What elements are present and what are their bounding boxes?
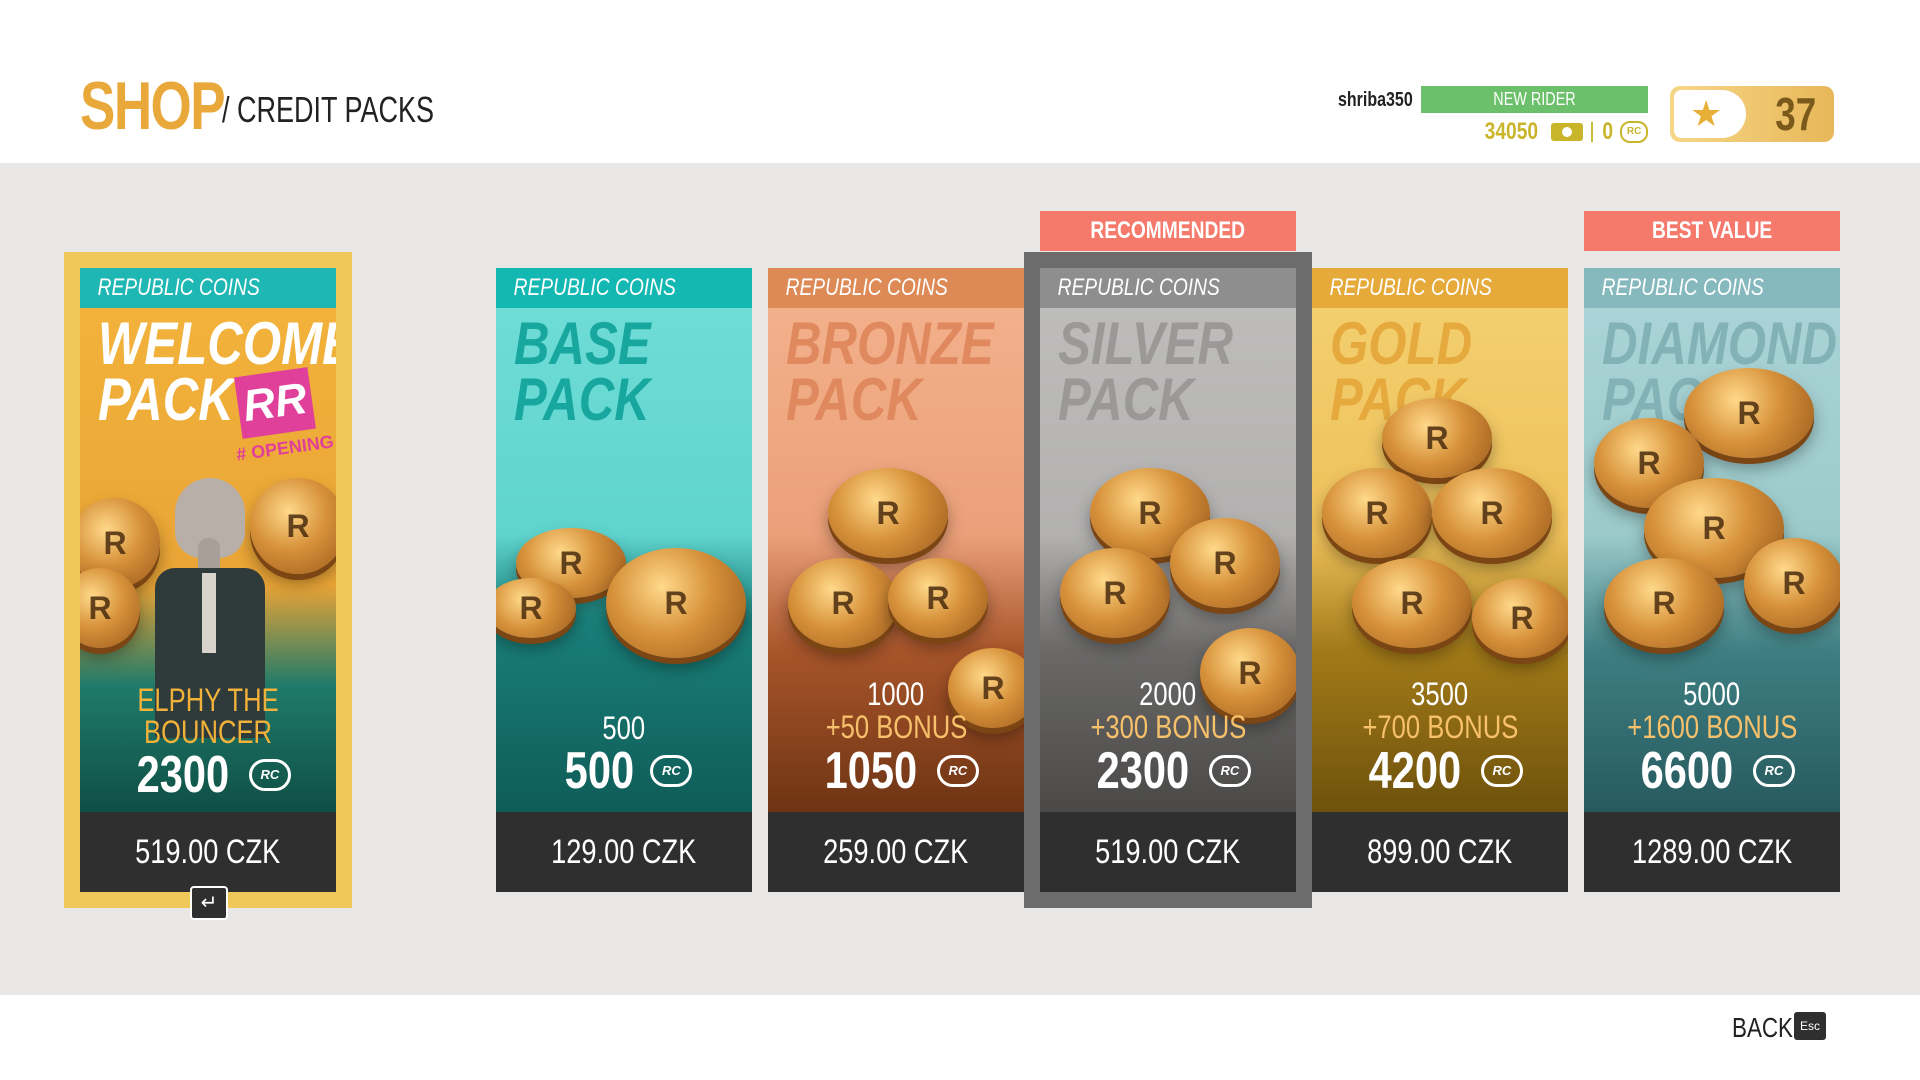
player-level: ★ 37: [1670, 86, 1834, 142]
rc-coin-icon: RC: [1752, 755, 1795, 787]
cash-icon: [1550, 123, 1583, 141]
pack-card-diamond[interactable]: REPUBLIC COINS DIAMOND PACK 5000 +1600 B…: [1584, 268, 1840, 892]
pack-bonus: +700 BONUS: [1362, 709, 1518, 745]
pack-subtitle: ELPHY THE BOUNCER: [137, 682, 279, 750]
rc-coin-icon: RC: [248, 759, 291, 791]
price-button[interactable]: 129.00 CZK: [496, 812, 752, 892]
pack-base-amount: 5000: [1683, 676, 1741, 712]
pack-card-welcome[interactable]: REPUBLIC COINS WELCOME PACK RR # OPENING…: [80, 268, 336, 892]
esc-key-icon[interactable]: Esc: [1794, 1012, 1826, 1040]
price-button[interactable]: 1289.00 CZK: [1584, 812, 1840, 892]
pack-bonus: +300 BONUS: [1090, 709, 1246, 745]
credits-balance: 34050: [1484, 118, 1539, 145]
rc-coin-icon: RC: [1620, 121, 1649, 143]
coin-image: [1322, 468, 1432, 558]
coin-image: [1382, 398, 1492, 478]
level-number: 37: [1775, 88, 1816, 140]
coin-image: [80, 568, 140, 648]
pack-artwork: WELCOME PACK RR # OPENING ELPHY THE BOUN…: [80, 308, 336, 812]
coin-image: [496, 578, 576, 638]
pack-type-label: REPUBLIC COINS: [768, 268, 1024, 308]
pack-card-silver[interactable]: REPUBLIC COINS SILVER PACK 2000 +300 BON…: [1040, 268, 1296, 892]
coin-image: [1352, 558, 1472, 648]
coin-image: [1432, 468, 1552, 558]
rc-balance: 0: [1602, 118, 1613, 145]
pack-type-label: REPUBLIC COINS: [496, 268, 752, 308]
pack-total-amount: 500 RC: [556, 744, 693, 798]
price-button[interactable]: 519.00 CZK: [1040, 812, 1296, 892]
rc-coin-icon: RC: [1480, 755, 1523, 787]
pack-type-label: REPUBLIC COINS: [1584, 268, 1840, 308]
pack-base-amount: 3500: [1411, 676, 1469, 712]
pack-type-label: REPUBLIC COINS: [1312, 268, 1568, 308]
pack-base-amount: 2000: [1139, 676, 1197, 712]
pack-artwork: BRONZE PACK 1000 +50 BONUS 1050RC: [768, 308, 1024, 812]
opening-tag: RR: [234, 367, 316, 439]
pack-name: BRONZE PACK: [786, 310, 994, 433]
price-button[interactable]: 899.00 CZK: [1312, 812, 1568, 892]
pack-total-amount: 1050 RC: [813, 744, 979, 798]
pack-card-base[interactable]: REPUBLIC COINS BASE PACK 500 500RC 129.0…: [496, 268, 752, 892]
coin-image: [828, 468, 948, 558]
pack-base-amount: 1000: [867, 676, 925, 712]
best-value-banner: BEST VALUE: [1584, 211, 1840, 251]
bottom-bar: [0, 995, 1920, 1080]
pack-artwork: SILVER PACK 2000 +300 BONUS 2300RC: [1040, 308, 1296, 812]
pack-total-amount: 6600 RC: [1629, 744, 1795, 798]
coin-image: [1170, 518, 1280, 608]
pack-name: BASE PACK: [514, 310, 651, 433]
price-button[interactable]: 519.00 CZK: [80, 812, 336, 892]
pack-artwork: DIAMOND PACK 5000 +1600 BONUS 6600RC: [1584, 308, 1840, 812]
enter-key-hint-icon: ↵: [190, 886, 228, 920]
coin-image: [1472, 578, 1568, 658]
breadcrumb: / CREDIT PACKS: [222, 89, 435, 130]
back-button[interactable]: BACK: [1732, 1012, 1793, 1044]
pack-base-amount: 500: [602, 710, 646, 746]
coin-image: [606, 548, 746, 658]
pack-total-amount: 4200 RC: [1357, 744, 1523, 798]
pack-total-amount: 2300 RC: [125, 748, 291, 802]
rc-coin-icon: RC: [936, 755, 979, 787]
pack-type-label: REPUBLIC COINS: [1040, 268, 1296, 308]
star-icon: ★: [1690, 93, 1723, 134]
currency-balances: 34050 0 RC: [1478, 118, 1649, 146]
star-badge: ★: [1674, 90, 1746, 138]
pack-name: SILVER PACK: [1058, 310, 1233, 433]
page-title: SHOP: [80, 68, 226, 144]
pack-bonus: +1600 BONUS: [1626, 709, 1798, 745]
divider: [1590, 122, 1593, 142]
coin-image: [1604, 558, 1724, 648]
coin-image: [888, 558, 988, 638]
pack-card-gold[interactable]: REPUBLIC COINS GOLD PACK 3500 +700 BONUS…: [1312, 268, 1568, 892]
top-bar: SHOP / CREDIT PACKS shriba350 NEW RIDER …: [0, 0, 1920, 163]
coin-image: [1744, 538, 1840, 628]
recommended-banner: RECOMMENDED: [1040, 211, 1296, 251]
pack-artwork: BASE PACK 500 500RC: [496, 308, 752, 812]
coin-image: [1060, 548, 1170, 638]
rank-badge: NEW RIDER: [1421, 86, 1648, 113]
rc-coin-icon: RC: [1208, 755, 1251, 787]
player-username: shriba350: [1338, 89, 1413, 111]
pack-bonus: +50 BONUS: [825, 709, 967, 745]
pack-card-bronze[interactable]: REPUBLIC COINS BRONZE PACK 1000 +50 BONU…: [768, 268, 1024, 892]
rc-coin-icon: RC: [650, 755, 693, 787]
pack-total-amount: 2300 RC: [1085, 744, 1251, 798]
coin-image: [788, 558, 898, 648]
pack-artwork: GOLD PACK 3500 +700 BONUS 4200RC: [1312, 308, 1568, 812]
price-button[interactable]: 259.00 CZK: [768, 812, 1024, 892]
pack-type-label: REPUBLIC COINS: [80, 268, 336, 308]
